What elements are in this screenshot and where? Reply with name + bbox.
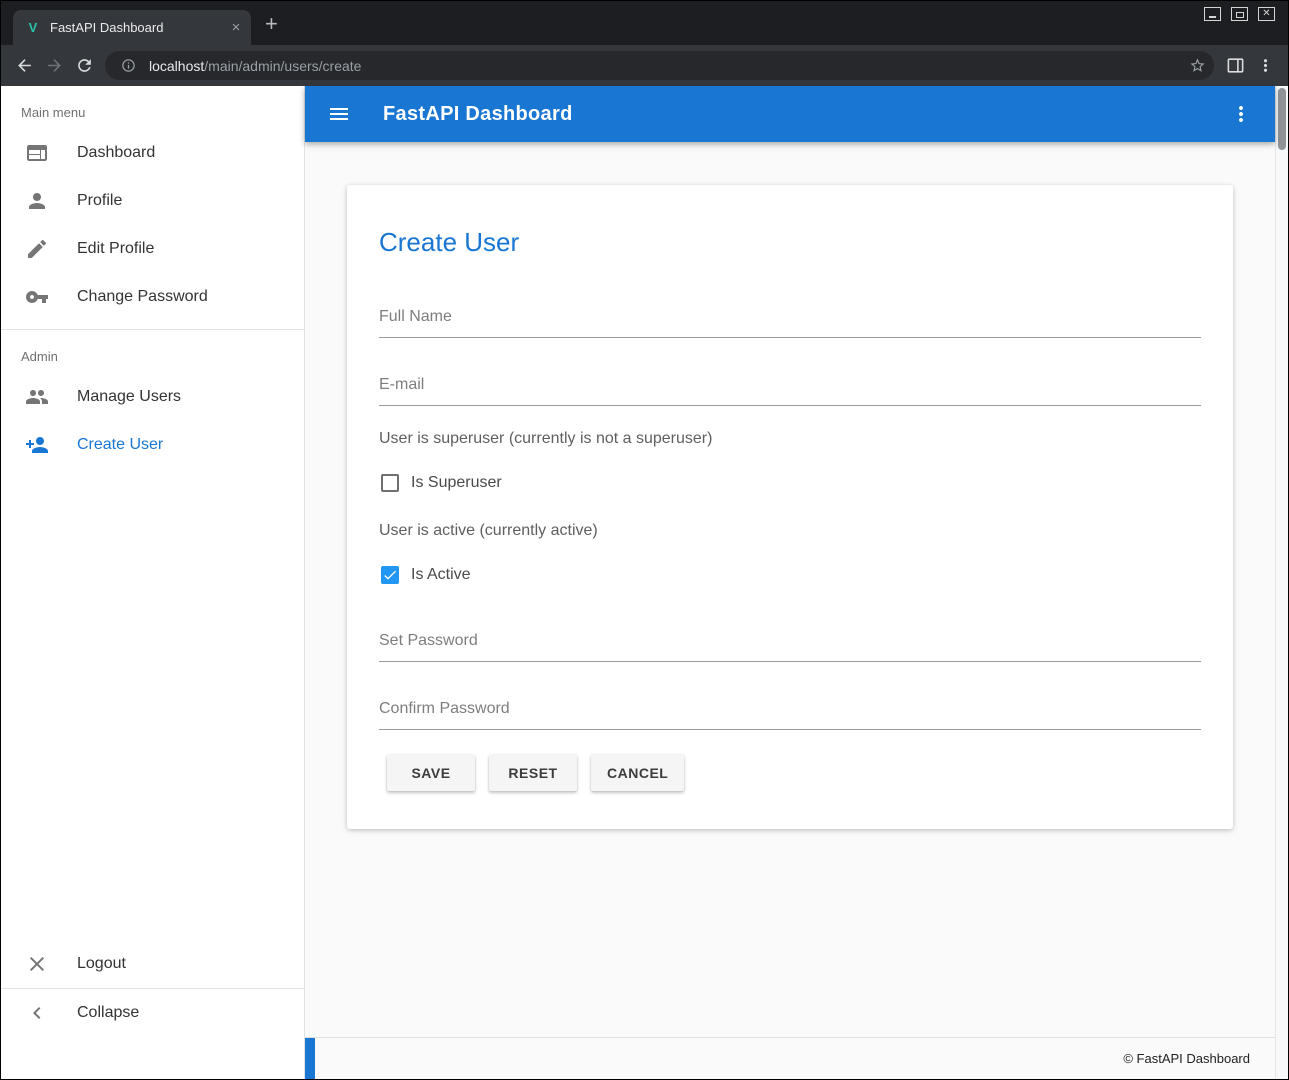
reset-button[interactable]: RESET	[489, 755, 577, 791]
email-field	[379, 376, 1201, 406]
sidebar-item-logout[interactable]: Logout	[1, 940, 304, 988]
sidebar-spacer	[1, 469, 304, 940]
sidebar-section-admin: Admin	[1, 330, 304, 373]
url-path: /main/admin/users/create	[204, 58, 361, 74]
edit-icon	[25, 237, 49, 261]
active-checkbox-label[interactable]: Is Active	[411, 566, 471, 584]
sidebar-item-label: Logout	[77, 955, 126, 973]
bookmark-star-icon[interactable]	[1184, 53, 1210, 79]
url-host: localhost	[149, 58, 204, 74]
main-area: FastAPI Dashboard Create User User is su…	[305, 86, 1275, 1079]
window-minimize-button[interactable]	[1204, 7, 1221, 21]
new-tab-button[interactable]: +	[265, 13, 278, 35]
window-close-button[interactable]: ✕	[1258, 7, 1275, 21]
sidebar-item-manage-users[interactable]: Manage Users	[1, 373, 304, 421]
email-input[interactable]	[379, 376, 1201, 406]
url-text: localhost/main/admin/users/create	[149, 58, 1184, 74]
browser-toolbar: localhost/main/admin/users/create	[1, 45, 1288, 86]
kebab-menu-icon	[1229, 102, 1253, 126]
hamburger-menu-button[interactable]	[321, 96, 357, 132]
sidebar-item-change-password[interactable]: Change Password	[1, 273, 304, 321]
site-info-icon[interactable]	[117, 55, 139, 77]
tab-title: FastAPI Dashboard	[50, 20, 218, 35]
browser-tab[interactable]: V FastAPI Dashboard ×	[13, 10, 251, 45]
sidebar-item-label: Edit Profile	[77, 240, 154, 258]
sidebar-item-label: Manage Users	[77, 388, 181, 406]
page-footer: © FastAPI Dashboard	[305, 1037, 1275, 1079]
confirm-password-field	[379, 700, 1201, 730]
sidebar-section-main-menu: Main menu	[1, 86, 304, 129]
page-title: FastAPI Dashboard	[383, 103, 573, 126]
superuser-checkbox-row[interactable]: Is Superuser	[379, 474, 1201, 492]
sidebar-item-label: Change Password	[77, 288, 208, 306]
arrow-forward-icon	[45, 56, 64, 75]
person-add-icon	[25, 433, 49, 457]
full-name-input[interactable]	[379, 308, 1201, 338]
address-bar[interactable]: localhost/main/admin/users/create	[105, 51, 1214, 80]
person-icon	[25, 189, 49, 213]
sidebar-item-label: Dashboard	[77, 144, 155, 162]
save-button[interactable]: SAVE	[387, 755, 475, 791]
side-panel-icon[interactable]	[1220, 51, 1250, 81]
vuetify-logo-icon: V	[25, 20, 41, 35]
sidebar-item-profile[interactable]: Profile	[1, 177, 304, 225]
dashboard-icon	[25, 141, 49, 165]
content-area: Create User User is superuser (currently…	[305, 142, 1275, 1037]
reload-icon	[75, 56, 94, 75]
window-controls: ✕	[1204, 7, 1275, 21]
active-checkbox-row[interactable]: Is Active	[379, 566, 1201, 584]
window-maximize-button[interactable]	[1231, 7, 1248, 21]
superuser-hint: User is superuser (currently is not a su…	[379, 430, 1201, 448]
footer-accent-strip	[305, 1038, 315, 1079]
sidebar-item-label: Create User	[77, 436, 163, 454]
active-hint: User is active (currently active)	[379, 522, 1201, 540]
superuser-checkbox-label[interactable]: Is Superuser	[411, 474, 502, 492]
browser-menu-icon[interactable]	[1250, 51, 1280, 81]
full-name-field	[379, 308, 1201, 338]
forward-button[interactable]	[39, 51, 69, 81]
superuser-checkbox[interactable]	[381, 474, 399, 492]
arrow-back-icon	[15, 56, 34, 75]
sidebar-item-dashboard[interactable]: Dashboard	[1, 129, 304, 177]
menu-icon	[327, 102, 351, 126]
sidebar-item-edit-profile[interactable]: Edit Profile	[1, 225, 304, 273]
app-bar: FastAPI Dashboard	[305, 86, 1275, 142]
page: Main menu Dashboard Profile Edit Profile…	[1, 86, 1288, 1079]
sidebar: Main menu Dashboard Profile Edit Profile…	[1, 86, 305, 1079]
key-icon	[25, 285, 49, 309]
sidebar-item-label: Profile	[77, 192, 122, 210]
create-user-card: Create User User is superuser (currently…	[347, 185, 1233, 829]
sidebar-item-create-user[interactable]: Create User	[1, 421, 304, 469]
sidebar-item-collapse[interactable]: Collapse	[1, 989, 304, 1037]
close-icon	[25, 952, 49, 976]
button-row: SAVE RESET CANCEL	[379, 755, 1201, 791]
card-title: Create User	[379, 227, 1201, 258]
tab-close-icon[interactable]: ×	[227, 19, 245, 37]
set-password-field	[379, 632, 1201, 662]
back-button[interactable]	[9, 51, 39, 81]
appbar-menu-button[interactable]	[1223, 96, 1259, 132]
cancel-button[interactable]: CANCEL	[591, 755, 684, 791]
scrollbar[interactable]	[1275, 86, 1288, 1079]
reload-button[interactable]	[69, 51, 99, 81]
sidebar-item-label: Collapse	[77, 1004, 139, 1022]
browser-window: V FastAPI Dashboard × + ✕ localhost/main…	[0, 0, 1289, 1080]
check-icon	[382, 567, 398, 583]
people-icon	[25, 385, 49, 409]
chevron-left-icon	[25, 1001, 49, 1025]
scrollbar-thumb[interactable]	[1278, 88, 1286, 150]
confirm-password-input[interactable]	[379, 700, 1201, 730]
tab-strip: V FastAPI Dashboard × + ✕	[1, 1, 1288, 45]
active-checkbox[interactable]	[381, 566, 399, 584]
footer-copyright: © FastAPI Dashboard	[1123, 1051, 1250, 1066]
set-password-input[interactable]	[379, 632, 1201, 662]
